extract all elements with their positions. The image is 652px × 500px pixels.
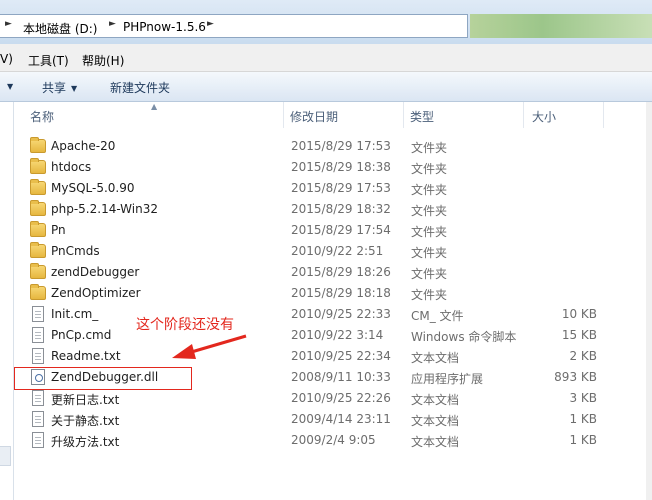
annotation-arrow xyxy=(172,334,247,359)
vertical-scrollbar[interactable] xyxy=(646,102,652,500)
arrow-head xyxy=(172,344,196,359)
arrow-shaft xyxy=(187,334,247,355)
